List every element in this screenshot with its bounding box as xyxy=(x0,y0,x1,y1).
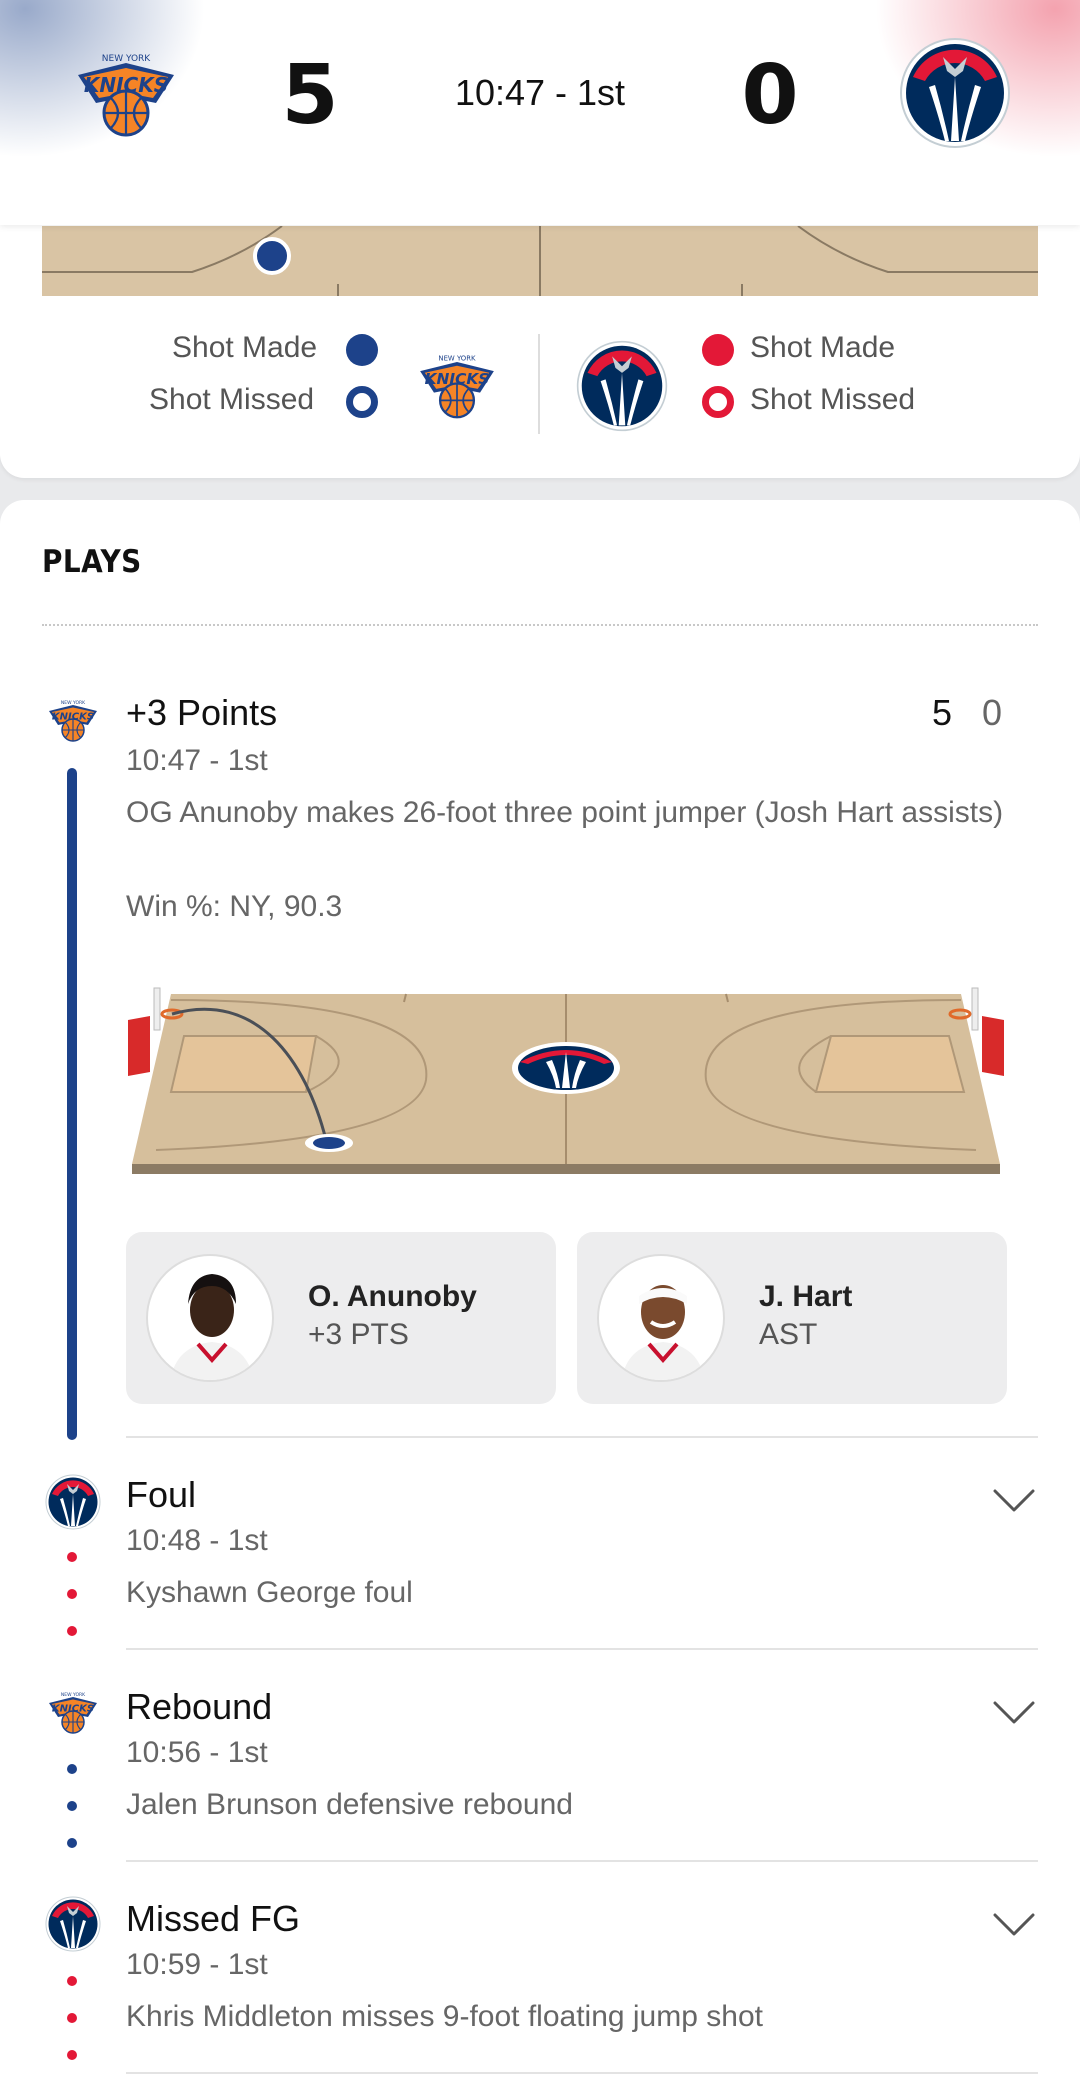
play-away-score: 0 xyxy=(982,692,1003,733)
play-title: Foul xyxy=(126,1474,197,1515)
away-score: 0 xyxy=(741,48,799,143)
chevron-down-icon[interactable] xyxy=(992,1700,1036,1726)
wizards-logo-icon xyxy=(576,340,668,432)
player-stat: AST xyxy=(759,1318,818,1351)
play-title: +3 Points xyxy=(126,692,278,733)
divider xyxy=(126,1436,1038,1438)
win-probability: Win %: NY, 90.3 xyxy=(126,890,343,923)
divider xyxy=(126,1648,1038,1650)
wizards-logo-icon xyxy=(45,1474,101,1530)
player-card-hart[interactable]: J. Hart AST xyxy=(577,1232,1007,1404)
chevron-down-icon[interactable] xyxy=(992,1488,1036,1514)
divider xyxy=(126,1860,1038,1862)
home-score: 5 xyxy=(281,48,339,143)
chevron-down-icon[interactable] xyxy=(992,1912,1036,1938)
timeline-dot xyxy=(67,1626,77,1636)
game-clock: 10:47 - 1st xyxy=(454,72,626,113)
knicks-logo-icon xyxy=(45,692,101,748)
timeline-dot xyxy=(67,1838,77,1848)
game-screen: 5 10:47 - 1st 0 Shot Made Shot Missed Sh… xyxy=(0,0,1080,2099)
shot-legend: Shot Made Shot Missed Shot Made Shot Mis… xyxy=(0,330,1080,450)
plays-card: PLAYS +3 Points 5 0 10:47 - 1st OG Anuno… xyxy=(0,500,1080,2099)
play-description: OG Anunoby makes 26-foot three point jum… xyxy=(126,796,1004,829)
play-time: 10:48 - 1st xyxy=(126,1524,268,1557)
play-description: Jalen Brunson defensive rebound xyxy=(126,1788,573,1821)
wizards-logo-icon[interactable] xyxy=(899,37,1011,149)
timeline-dot xyxy=(67,1801,77,1811)
shot-chart-court xyxy=(42,226,1038,296)
play-description: Kyshawn George foul xyxy=(126,1576,413,1609)
play-title: Missed FG xyxy=(126,1898,301,1939)
timeline-dot xyxy=(67,2013,77,2023)
shot-court-3d xyxy=(128,987,1004,1174)
knicks-logo-icon xyxy=(414,342,500,428)
player-name: O. Anunoby xyxy=(308,1280,477,1313)
player-card-anunoby[interactable]: O. Anunoby +3 PTS xyxy=(126,1232,556,1404)
home-missed-dot xyxy=(346,386,378,418)
divider xyxy=(126,2072,1038,2074)
score-header: 5 10:47 - 1st 0 xyxy=(0,0,1080,225)
play-home-score: 5 xyxy=(932,692,953,733)
play-time: 10:59 - 1st xyxy=(126,1948,268,1981)
player-stat: +3 PTS xyxy=(308,1318,409,1351)
play-team-bar xyxy=(67,768,77,1440)
player-avatar xyxy=(146,1254,274,1382)
timeline-dot xyxy=(67,1589,77,1599)
timeline-dot xyxy=(67,1976,77,1986)
wizards-logo-icon xyxy=(45,1896,101,1952)
play-description: Khris Middleton misses 9-foot floating j… xyxy=(126,2000,763,2033)
divider xyxy=(42,624,1038,626)
knicks-logo-icon[interactable] xyxy=(70,37,182,149)
home-made-dot xyxy=(346,334,378,366)
away-missed-dot xyxy=(702,386,734,418)
home-made-label: Shot Made xyxy=(172,331,318,364)
play-time: 10:47 - 1st xyxy=(126,744,268,777)
legend-divider xyxy=(538,334,540,434)
knicks-logo-icon xyxy=(45,1684,101,1740)
player-name: J. Hart xyxy=(759,1280,853,1313)
plays-heading: PLAYS xyxy=(42,544,142,580)
timeline-dot xyxy=(67,1552,77,1562)
away-made-dot xyxy=(702,334,734,366)
play-title: Rebound xyxy=(126,1686,273,1727)
made-shot-marker xyxy=(253,237,291,275)
play-time: 10:56 - 1st xyxy=(126,1736,268,1769)
player-avatar xyxy=(597,1254,725,1382)
away-missed-label: Shot Missed xyxy=(750,383,916,416)
home-missed-label: Shot Missed xyxy=(149,383,315,416)
away-made-label: Shot Made xyxy=(750,331,896,364)
timeline-dot xyxy=(67,1764,77,1774)
timeline-dot xyxy=(67,2050,77,2060)
